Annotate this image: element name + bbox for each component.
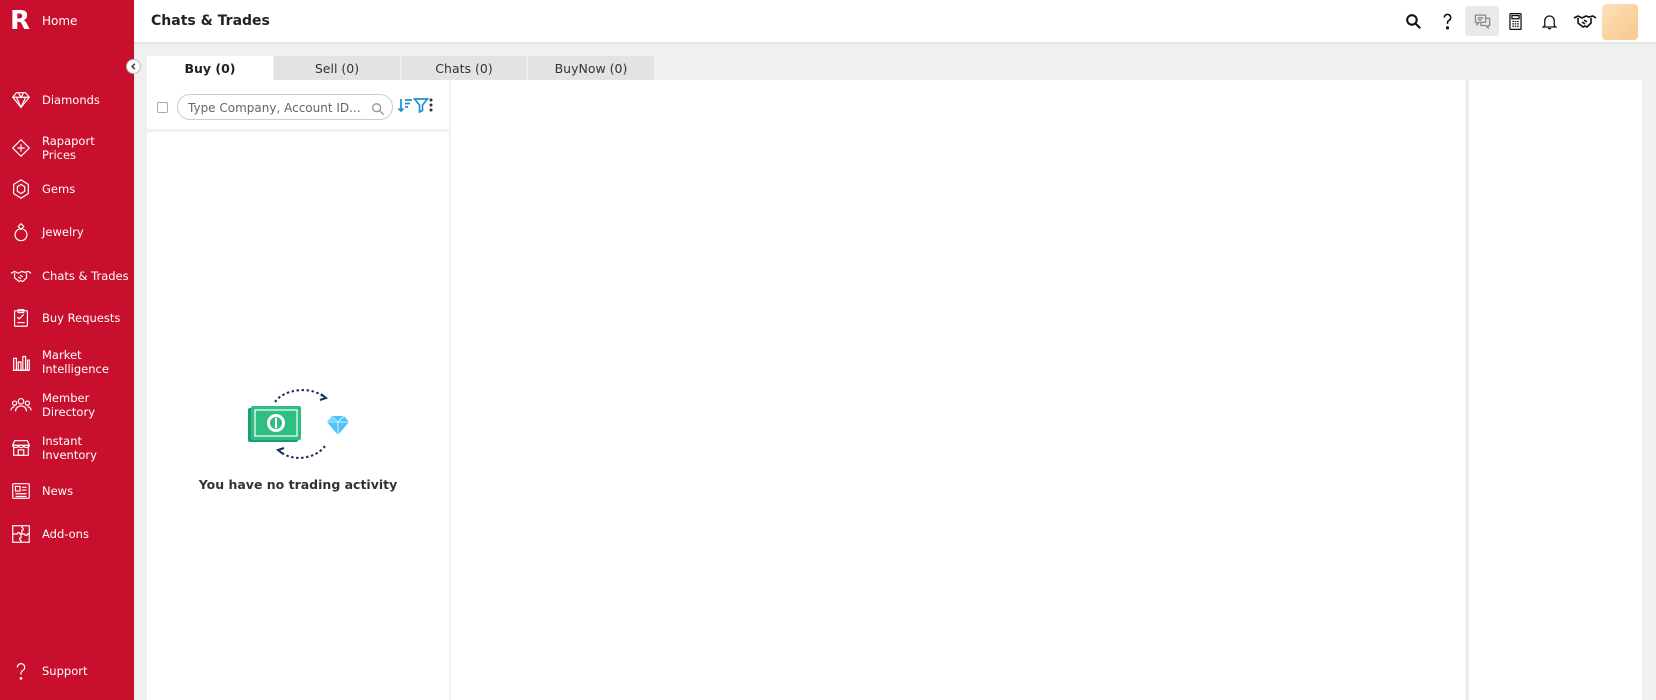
list-toolbar	[147, 80, 449, 132]
sidebar-item-add-ons[interactable]: Add-ons	[0, 523, 134, 545]
puzzle-icon	[10, 523, 32, 545]
sidebar-item-news[interactable]: News	[0, 480, 134, 502]
sidebar-item-buy-requests[interactable]: Buy Requests	[0, 307, 134, 329]
newspaper-icon	[10, 480, 32, 502]
select-all-checkbox[interactable]	[157, 102, 168, 113]
brand-home-link[interactable]: R	[10, 8, 32, 34]
tab-buy[interactable]: Buy (0)	[147, 56, 273, 80]
search-box	[177, 94, 393, 120]
bar-chart-icon	[10, 351, 32, 373]
sidebar-item-label: Chats & Trades	[42, 269, 129, 283]
trade-tabs: Buy (0) Sell (0) Chats (0) BuyNow (0)	[147, 56, 655, 80]
sidebar-item-label: Add-ons	[42, 527, 89, 541]
sidebar-item-label: Market Intelligence	[42, 348, 109, 376]
rapaport-logo: R	[10, 6, 31, 36]
sidebar-item-label: Member Directory	[42, 391, 96, 419]
price-tag-icon	[10, 137, 32, 159]
sidebar-item-label: Buy Requests	[42, 311, 121, 325]
sidebar-item-label: Support	[42, 664, 88, 678]
search-icon[interactable]	[371, 101, 385, 116]
sidebar-item-label: Gems	[42, 182, 76, 196]
sidebar-item-label: News	[42, 484, 74, 498]
sidebar-item-market-intelligence[interactable]: Market Intelligence	[0, 348, 134, 376]
store-icon	[10, 437, 32, 459]
tab-chats[interactable]: Chats (0)	[401, 56, 527, 80]
help-icon	[10, 660, 32, 682]
chevron-left-icon	[131, 63, 136, 70]
main-content: You have no trading activity	[147, 80, 1642, 700]
sidebar-item-member-directory[interactable]: Member Directory	[0, 391, 134, 419]
sidebar-item-support[interactable]: Support	[0, 660, 134, 682]
ring-icon	[10, 221, 32, 243]
empty-state-message: You have no trading activity	[198, 477, 398, 492]
tab-buynow[interactable]: BuyNow (0)	[528, 56, 654, 80]
tab-sell[interactable]: Sell (0)	[274, 56, 400, 80]
gem-icon	[10, 178, 32, 200]
calculator-icon[interactable]	[1504, 10, 1526, 32]
bell-icon[interactable]	[1538, 10, 1560, 32]
home-link[interactable]: Home	[42, 14, 77, 28]
page-title: Chats & Trades	[151, 13, 270, 29]
sidebar-item-label: Instant Inventory	[42, 434, 97, 462]
diamond-icon	[10, 89, 32, 111]
sidebar-item-label: Rapaport Prices	[42, 134, 95, 162]
chat-icon[interactable]	[1465, 6, 1499, 36]
sidebar-item-label: Diamonds	[42, 93, 100, 107]
trade-exchange-illustration	[248, 389, 349, 459]
sidebar-item-gems[interactable]: Gems	[0, 178, 134, 200]
sidebar-item-label: Jewelry	[42, 225, 84, 239]
clipboard-icon	[10, 307, 32, 329]
chat-detail-panel	[451, 80, 1467, 700]
search-input[interactable]	[188, 99, 368, 116]
sidebar-item-jewelry[interactable]: Jewelry	[0, 221, 134, 243]
trade-info-panel	[1469, 80, 1642, 700]
trades-list-panel: You have no trading activity	[147, 80, 449, 700]
search-icon[interactable]	[1402, 10, 1424, 32]
more-options-icon[interactable]	[426, 96, 436, 114]
top-bar: Chats & Trades	[134, 0, 1656, 43]
sidebar-item-chats-trades[interactable]: Chats & Trades	[0, 262, 134, 290]
sidebar-item-diamonds[interactable]: Diamonds	[0, 89, 134, 111]
people-icon	[10, 394, 32, 416]
handshake-icon[interactable]	[1571, 10, 1599, 32]
sidebar-item-rapaport-prices[interactable]: Rapaport Prices	[0, 134, 134, 162]
help-icon[interactable]	[1436, 10, 1458, 32]
avatar[interactable]	[1602, 4, 1638, 40]
sidebar-collapse-button[interactable]	[126, 59, 141, 74]
sidebar: R Home Diamonds Rapaport Prices Gems Jew…	[0, 0, 134, 700]
handshake-icon	[10, 265, 32, 287]
sort-icon[interactable]	[397, 96, 413, 114]
sidebar-item-instant-inventory[interactable]: Instant Inventory	[0, 434, 134, 462]
